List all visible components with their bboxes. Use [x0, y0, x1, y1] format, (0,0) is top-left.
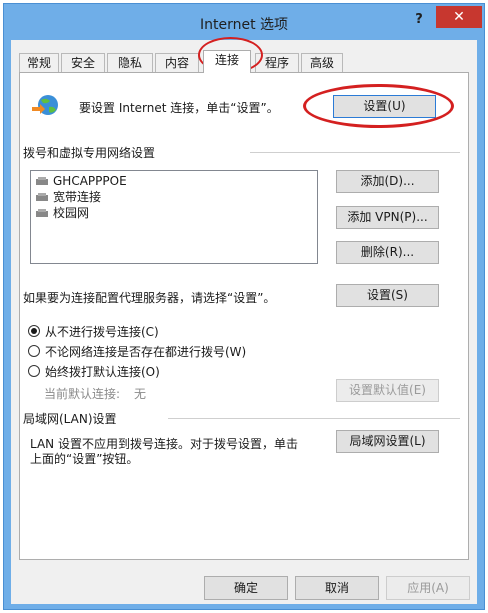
- setup-instruction: 要设置 Internet 连接，单击“设置”。: [79, 101, 279, 115]
- connections-panel: 要设置 Internet 连接，单击“设置”。 设置(U) 拨号和虚拟专用网络设…: [19, 72, 469, 560]
- radio-dial-always[interactable]: [28, 345, 40, 357]
- tab-advanced[interactable]: 高级: [301, 53, 343, 72]
- add-connection-button[interactable]: 添加(D)...: [336, 170, 439, 193]
- internet-options-window: Internet 选项 ? ✕ 常规 安全 隐私 内容 连接 程序 高级 要设置…: [3, 3, 485, 610]
- ok-button[interactable]: 确定: [204, 576, 288, 600]
- lan-settings-button[interactable]: 局域网设置(L): [336, 430, 439, 453]
- radio-never-dial[interactable]: [28, 325, 40, 337]
- radio-never-dial-label[interactable]: 从不进行拨号连接(C): [45, 323, 159, 340]
- connection-settings-button[interactable]: 设置(S): [336, 284, 439, 307]
- lan-section-divider: [168, 418, 460, 419]
- dialup-connection-icon: [36, 177, 48, 185]
- list-item[interactable]: 宽带连接: [35, 189, 101, 205]
- connection-name: 校园网: [53, 206, 90, 220]
- close-icon: ✕: [453, 9, 465, 25]
- dialup-section-title: 拨号和虚拟专用网络设置: [23, 146, 156, 160]
- setup-button[interactable]: 设置(U): [333, 95, 436, 118]
- dialup-connection-icon: [36, 209, 48, 217]
- apply-button[interactable]: 应用(A): [386, 576, 470, 600]
- dialog-client: 常规 安全 隐私 内容 连接 程序 高级 要设置 Internet 连接，单击“…: [11, 40, 477, 604]
- delete-connection-button[interactable]: 删除(R)...: [336, 241, 439, 264]
- lan-section-title: 局域网(LAN)设置: [23, 412, 117, 426]
- radio-dial-always-label[interactable]: 不论网络连接是否存在都进行拨号(W): [45, 343, 246, 360]
- current-default-label: 当前默认连接:: [44, 387, 121, 401]
- tab-security[interactable]: 安全: [61, 53, 105, 72]
- tab-general[interactable]: 常规: [19, 53, 59, 72]
- title-bar[interactable]: Internet 选项 ? ✕: [4, 4, 484, 40]
- current-default-value: 无: [134, 387, 147, 401]
- connection-name: 宽带连接: [53, 190, 102, 204]
- connection-name: GHCAPPPOE: [53, 174, 127, 188]
- tab-connections[interactable]: 连接: [203, 50, 251, 73]
- help-button[interactable]: ?: [409, 12, 429, 30]
- cancel-button[interactable]: 取消: [295, 576, 379, 600]
- close-button[interactable]: ✕: [436, 6, 482, 28]
- connection-list[interactable]: GHCAPPPOE 宽带连接 校园网: [30, 170, 318, 264]
- dialup-section-divider: [250, 152, 460, 153]
- tab-privacy[interactable]: 隐私: [107, 53, 153, 72]
- list-item[interactable]: GHCAPPPOE: [35, 173, 127, 189]
- radio-default-connection-label[interactable]: 始终拨打默认连接(O): [45, 363, 160, 380]
- lan-note-line2: 上面的“设置”按钮。: [30, 452, 139, 466]
- tab-programs[interactable]: 程序: [255, 53, 299, 72]
- internet-globe-icon: [32, 95, 58, 115]
- radio-default-connection[interactable]: [28, 365, 40, 377]
- list-item[interactable]: 校园网: [35, 205, 89, 221]
- add-vpn-button[interactable]: 添加 VPN(P)...: [336, 206, 439, 229]
- set-default-button[interactable]: 设置默认值(E): [336, 379, 439, 402]
- tab-content[interactable]: 内容: [155, 53, 199, 72]
- dialup-connection-icon: [36, 193, 48, 201]
- proxy-instruction: 如果要为连接配置代理服务器，请选择“设置”。: [23, 291, 276, 305]
